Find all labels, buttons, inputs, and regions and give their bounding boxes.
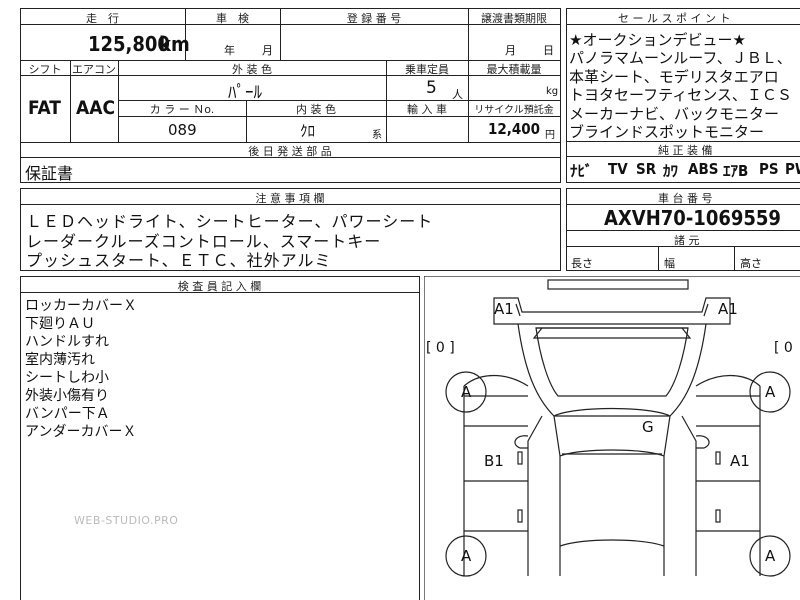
inspector-line: 外装小傷有り — [25, 388, 109, 404]
sales-point-line: トヨタセーフティセンス、ＩＣＳ — [569, 86, 792, 104]
inspector-line: アンダーカバーＸ — [25, 424, 137, 440]
color-no-label: カ ラ ー Ｎo. — [149, 103, 215, 116]
capacity-unit: 人 — [452, 88, 463, 101]
interior-unit: 系 — [372, 130, 382, 141]
warranty-text: 保証書 — [25, 164, 74, 183]
damage-a1-right-side: A1 — [730, 452, 750, 470]
inspection-year: 年 — [224, 44, 235, 57]
damage-b1-left: B1 — [484, 452, 504, 470]
load-unit: kg — [546, 86, 559, 97]
equipment-item: ｴｱB — [723, 162, 749, 180]
chassis-title: 車 台 番 号 — [658, 192, 713, 205]
equipment-item: PS — [759, 160, 779, 178]
recycle-value: 12,400 — [488, 120, 541, 138]
mileage-label: 走 行 — [86, 12, 119, 25]
color-no-value: 089 — [168, 121, 197, 139]
transfer-day: 日 — [543, 44, 554, 57]
capacity-label: 乗車定員 — [405, 63, 449, 76]
wheel-rear-left: A — [461, 547, 472, 565]
equipment-title: 純 正 装 備 — [658, 144, 713, 157]
exterior-value: ﾊﾟｰﾙ — [228, 83, 262, 103]
mileage-value: 125,800 — [88, 32, 170, 56]
equipment-item: ｶﾜ — [663, 162, 679, 180]
width-label: 幅 — [664, 257, 675, 270]
inspector-line: バンパー下Ａ — [25, 406, 110, 422]
inspection-label: 車 検 — [216, 12, 249, 25]
recycle-unit: 円 — [545, 130, 555, 141]
car-diagram: A1 A1 [ 0 ] [ 0 G B1 A1 A A A A — [424, 276, 800, 600]
sales-point-line: パノラマムーンルーフ、ＪＢＬ、 — [569, 49, 792, 67]
interior-value: ｸﾛ — [300, 122, 316, 140]
inspector-line: ロッカーカバーＸ — [25, 298, 137, 314]
ac-value: AAC — [76, 97, 116, 119]
sales-points-title: セ ー ル ス ポ イ ン ト — [618, 12, 731, 25]
equipment-item: ABS — [688, 160, 719, 178]
mileage-unit: km — [159, 32, 190, 56]
import-label: 輸 入 車 — [407, 103, 447, 116]
interior-label: 内 装 色 — [296, 103, 336, 116]
max-load-label: 最大積載量 — [486, 63, 542, 76]
bracket-right: [ 0 — [774, 340, 793, 356]
wheel-front-right: A — [765, 383, 776, 401]
inspector-title: 検 査 員 記 入 欄 — [177, 280, 262, 293]
damage-a1-front-right: A1 — [718, 300, 738, 318]
wheel-front-left: A — [461, 383, 472, 401]
damage-a1-front-left: A1 — [494, 300, 514, 318]
capacity-value: 5 — [426, 78, 437, 98]
inspection-month: 月 — [262, 44, 273, 57]
length-label: 長さ — [571, 257, 593, 270]
recycle-label: リサイクル預託金 — [474, 105, 554, 116]
ac-label: エアコン — [72, 63, 116, 76]
transfer-docs-label: 譲渡書類期限 — [481, 12, 547, 25]
notes-title: 注 意 事 項 欄 — [255, 192, 325, 205]
height-label: 高さ — [740, 257, 762, 270]
inspector-line: 室内薄汚れ — [25, 352, 95, 368]
equipment-item: ﾅﾋﾞ — [570, 162, 593, 180]
watermark: WEB-STUDIO.PRO — [74, 514, 179, 527]
inspector-line: シートしわ小 — [25, 370, 109, 386]
wheel-rear-right: A — [765, 547, 776, 565]
registration-label: 登 録 番 号 — [346, 12, 402, 25]
shift-label: シフト — [28, 63, 62, 76]
later-parts-label: 後 日 発 送 部 品 — [248, 145, 332, 158]
sales-point-line: ブラインドスポットモニター — [569, 123, 765, 141]
car-outline — [424, 276, 800, 600]
transfer-month: 月 — [505, 44, 516, 57]
shift-value: FAT — [28, 97, 61, 119]
equipment-item: SR — [636, 160, 657, 178]
equipment-item: PW — [785, 160, 800, 178]
exterior-label: 外 装 色 — [232, 63, 272, 76]
notes-line: プッシュスタート、ＥＴＣ、社外アルミ — [26, 251, 332, 270]
equipment-item: TV — [608, 160, 628, 178]
dims-title: 諸 元 — [674, 234, 700, 247]
inspector-line: 下廻りＡＵ — [25, 316, 95, 332]
damage-g-roof: G — [642, 418, 654, 436]
bracket-left: [ 0 ] — [426, 340, 455, 356]
chassis-number: AXVH70-1069559 — [604, 206, 781, 230]
inspector-line: ハンドルすれ — [25, 334, 109, 350]
